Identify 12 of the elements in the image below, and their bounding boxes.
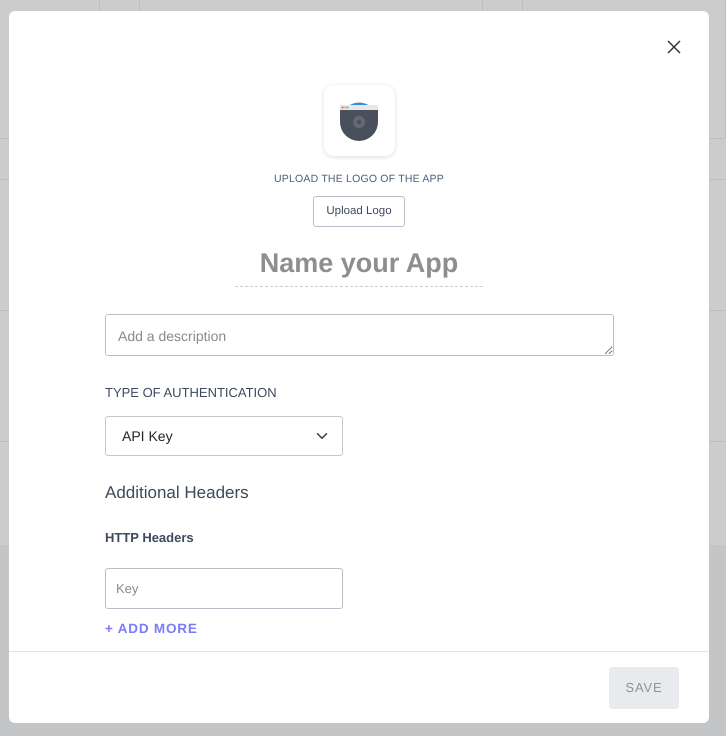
upload-logo-button[interactable]: Upload Logo [313,196,405,227]
app-logo-icon [338,100,380,142]
key-field[interactable]: Key [105,568,343,609]
description-field[interactable]: Add a description [105,314,614,356]
authentication-label: TYPE OF AUTHENTICATION [105,384,278,402]
close-icon[interactable] [667,40,681,54]
http-headers-label: HTTP Headers [105,528,195,546]
authentication-select[interactable]: API Key [105,416,343,456]
add-more-link[interactable]: + ADD MORE [105,621,198,636]
section-heading: Additional Headers [105,482,250,504]
app-name-field[interactable]: Name your App [234,243,484,286]
logo-upload-label: UPLOAD THE LOGO OF THE APP [274,172,444,187]
